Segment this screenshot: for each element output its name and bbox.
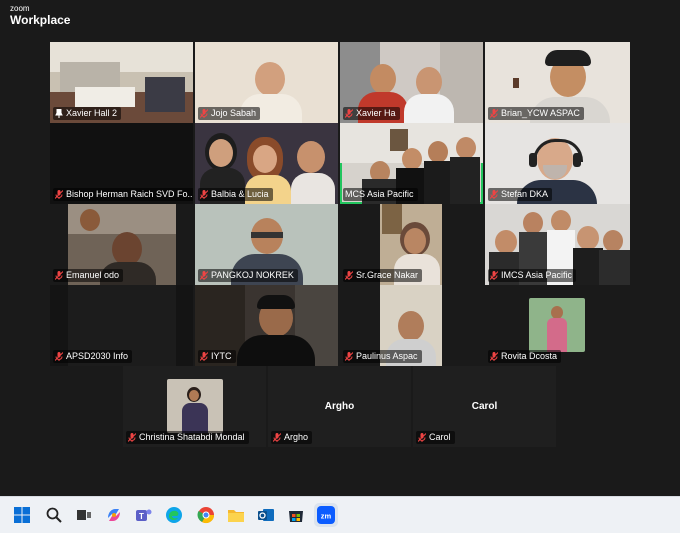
svg-text:zm: zm	[321, 512, 332, 521]
participant-label: IYTC	[198, 350, 236, 363]
video-tile-bishop-herman[interactable]: Bishop Herman Raich SVD Fo...	[50, 123, 193, 204]
muted-mic-icon	[490, 352, 498, 361]
video-tile-argho[interactable]: Argho Argho	[268, 366, 411, 447]
outlook-icon[interactable]	[254, 503, 278, 527]
muted-mic-icon	[345, 352, 353, 361]
participant-name-center: Argho	[324, 401, 355, 412]
video-tile-balbia-lucia[interactable]: Balbia & Lucia	[195, 123, 338, 204]
muted-mic-icon	[200, 352, 208, 361]
muted-mic-icon	[55, 352, 63, 361]
muted-mic-icon	[490, 271, 498, 280]
windows-taskbar: T zm	[0, 496, 680, 533]
video-tile-xavier-hall-2[interactable]: Xavier Hall 2	[50, 42, 193, 123]
task-view-icon[interactable]	[72, 503, 96, 527]
video-tile-emanuel-odo[interactable]: Emanuel odo	[50, 204, 193, 285]
muted-mic-icon	[490, 109, 498, 118]
muted-mic-icon	[55, 271, 63, 280]
muted-mic-icon	[200, 109, 208, 118]
muted-mic-icon	[345, 271, 353, 280]
participant-label: IMCS Asia Pacific	[488, 269, 577, 282]
muted-mic-icon	[55, 190, 63, 199]
muted-mic-icon	[490, 190, 498, 199]
brand-workplace: Workplace	[10, 13, 71, 27]
participant-label: Xavier Ha	[343, 107, 400, 120]
video-tile-xavier-ha[interactable]: Xavier Ha	[340, 42, 483, 123]
muted-mic-icon	[418, 433, 426, 442]
participant-label: Xavier Hall 2	[53, 107, 122, 120]
zoom-icon[interactable]: zm	[314, 503, 338, 527]
participant-label: Bishop Herman Raich SVD Fo...	[53, 188, 193, 201]
video-tile-pangkoj-nokrek[interactable]: PANGKOJ NOKREK	[195, 204, 338, 285]
participant-label: Stefan DKA	[488, 188, 553, 201]
video-tile-imcs-asia-pacific[interactable]: IMCS Asia Pacific	[485, 204, 630, 285]
store-icon[interactable]	[284, 503, 308, 527]
video-tile-brian-ycw-aspac[interactable]: Brian_YCW ASPAC	[485, 42, 630, 123]
participant-label: Brian_YCW ASPAC	[488, 107, 584, 120]
participant-label: Sr.Grace Nakar	[343, 269, 423, 282]
file-explorer-icon[interactable]	[224, 503, 248, 527]
muted-mic-icon	[200, 271, 208, 280]
avatar	[529, 298, 585, 352]
video-tile-paulinus-aspac[interactable]: Paulinus Aspac	[340, 285, 483, 366]
avatar	[167, 379, 223, 433]
participant-label: Carol	[416, 431, 455, 444]
video-tile-christina-shatabdi-mondal[interactable]: Christina Shatabdi Mondal	[123, 366, 266, 447]
search-icon[interactable]	[42, 503, 66, 527]
participant-label: Paulinus Aspac	[343, 350, 422, 363]
participant-name-center: Carol	[471, 401, 498, 412]
participant-label: Balbia & Lucia	[198, 188, 273, 201]
brand-zoom: zoom	[10, 4, 30, 13]
teams-icon[interactable]: T	[132, 503, 156, 527]
participant-label: PANGKOJ NOKREK	[198, 269, 298, 282]
svg-text:T: T	[139, 512, 144, 521]
participant-label: Emanuel odo	[53, 269, 124, 282]
muted-mic-icon	[273, 433, 281, 442]
copilot-icon[interactable]	[102, 503, 126, 527]
pin-icon	[55, 109, 63, 118]
muted-mic-icon	[200, 190, 208, 199]
participant-label: Jojo Sabah	[198, 107, 261, 120]
edge-icon[interactable]	[162, 503, 186, 527]
zoom-brand: zoom Workplace	[10, 4, 71, 27]
windows-start-icon[interactable]	[10, 503, 34, 527]
video-tile-stefan-dka[interactable]: Stefan DKA	[485, 123, 630, 204]
participant-label: Rovita Dcosta	[488, 350, 562, 363]
chrome-icon[interactable]	[194, 503, 218, 527]
muted-mic-icon	[128, 433, 136, 442]
video-tile-iytc[interactable]: IYTC	[195, 285, 338, 366]
participant-label: Argho	[271, 431, 313, 444]
participant-label: MCS Asia Pacific	[343, 188, 418, 201]
muted-mic-icon	[345, 109, 353, 118]
participant-label: APSD2030 Info	[53, 350, 133, 363]
video-tile-apsd2030-info[interactable]: APSD2030 Info	[50, 285, 193, 366]
participant-label: Christina Shatabdi Mondal	[126, 431, 249, 444]
video-tile-rovita-dcosta[interactable]: Rovita Dcosta	[485, 285, 630, 366]
video-tile-jojo-sabah[interactable]: Jojo Sabah	[195, 42, 338, 123]
video-gallery: Xavier Hall 2 Jojo Sabah Xavier Ha Brian…	[50, 42, 630, 452]
video-tile-sr-grace-nakar[interactable]: Sr.Grace Nakar	[340, 204, 483, 285]
video-tile-carol[interactable]: Carol Carol	[413, 366, 556, 447]
video-tile-mcs-asia-pacific[interactable]: MCS Asia Pacific	[340, 123, 483, 204]
